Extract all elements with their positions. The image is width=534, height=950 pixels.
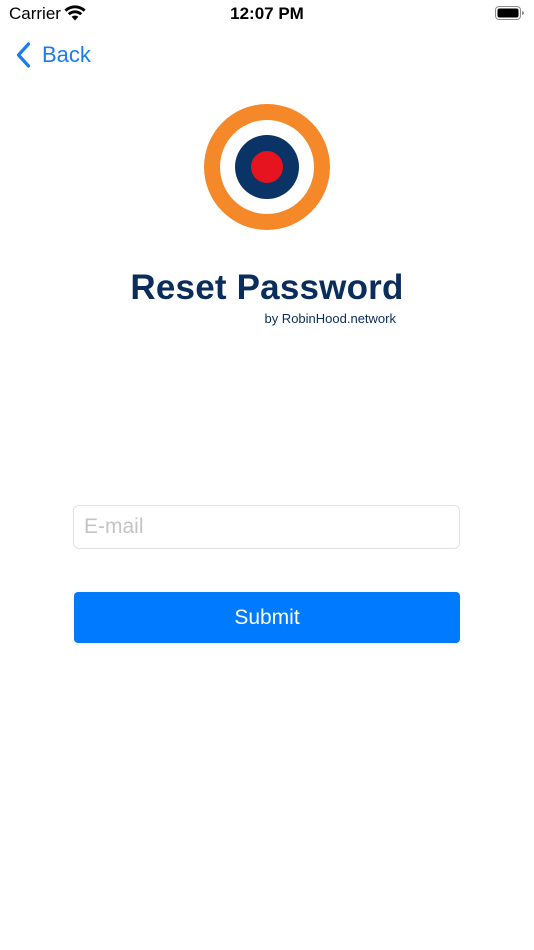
status-bar: Carrier 12:07 PM [0,0,534,28]
email-field[interactable] [73,505,460,549]
chevron-left-icon [16,42,31,68]
battery-icon [495,6,525,26]
status-time: 12:07 PM [230,4,304,23]
back-button[interactable]: Back [14,38,91,72]
roundel-target-icon [204,104,330,230]
byline: by RobinHood.network [264,311,396,326]
submit-button[interactable]: Submit [74,592,460,643]
page-title: Reset Password [130,268,404,307]
back-label: Back [42,42,91,67]
